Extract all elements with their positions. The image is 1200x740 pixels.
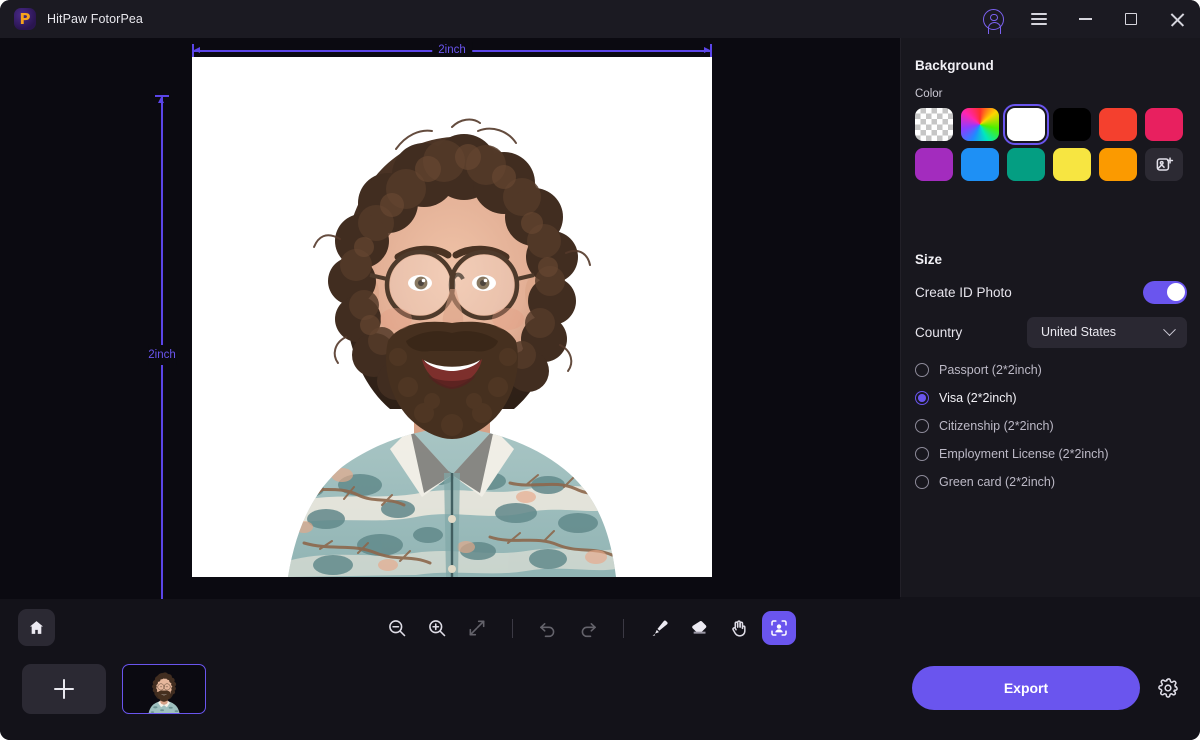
- create-id-photo-toggle[interactable]: [1143, 280, 1187, 304]
- swatch-purple[interactable]: [915, 148, 953, 181]
- id-photo-size-options: Passport (2*2inch) Visa (2*2inch) Citize…: [915, 356, 1187, 496]
- chevron-down-icon: [1163, 322, 1176, 336]
- account-icon: [982, 8, 1004, 34]
- color-label: Color: [915, 88, 943, 100]
- option-label: Green card (2*2inch): [939, 475, 1056, 489]
- radio-icon: [915, 363, 929, 377]
- eraser-icon: [692, 621, 707, 634]
- brush-button[interactable]: [642, 611, 676, 645]
- radio-icon: [915, 475, 929, 489]
- export-button[interactable]: Export: [912, 666, 1140, 710]
- swatch-red[interactable]: [1099, 108, 1137, 141]
- swatch-pink[interactable]: [1145, 108, 1183, 141]
- option-employment-license[interactable]: Employment License (2*2inch): [915, 440, 1187, 468]
- minimize-icon: [1078, 18, 1092, 20]
- create-id-photo-label: Create ID Photo: [915, 284, 1012, 300]
- eraser-button[interactable]: [682, 611, 716, 645]
- height-ruler: 2inch: [148, 95, 176, 615]
- right-settings-panel: Background Color Size Create ID Photo Co…: [900, 38, 1200, 597]
- radio-icon-selected: [915, 391, 929, 405]
- fit-screen-button[interactable]: [460, 611, 494, 645]
- id-photo-icon: [771, 620, 787, 636]
- canvas-tools: [380, 599, 796, 657]
- close-icon: [1170, 12, 1185, 27]
- minimize-button[interactable]: [1062, 0, 1108, 38]
- gear-icon: [1158, 678, 1178, 698]
- maximize-icon: [1125, 13, 1137, 25]
- background-section-title: Background: [915, 58, 994, 73]
- option-passport[interactable]: Passport (2*2inch): [915, 356, 1187, 384]
- brush-icon: [652, 620, 668, 636]
- title-bar: P HitPaw FotorPea: [0, 0, 1200, 38]
- redo-icon: [581, 623, 596, 638]
- size-section-title: Size: [915, 252, 943, 267]
- portrait-photo: [192, 57, 712, 577]
- home-icon: [29, 621, 44, 634]
- id-photo-button[interactable]: [762, 611, 796, 645]
- window-controls: [970, 0, 1200, 38]
- country-label: Country: [915, 324, 963, 340]
- option-green-card[interactable]: Green card (2*2inch): [915, 468, 1187, 496]
- bottom-toolbar: [0, 599, 1200, 657]
- undo-icon: [540, 623, 555, 638]
- zoom-out-icon: [389, 620, 406, 637]
- canvas-area[interactable]: 2inch 2inch: [0, 38, 900, 615]
- application-window: P HitPaw FotorPea 2inch 2inch Background…: [0, 0, 1200, 740]
- hamburger-menu-icon: [1031, 13, 1047, 25]
- swatch-teal[interactable]: [1007, 148, 1045, 181]
- menu-button[interactable]: [1016, 0, 1062, 38]
- filmstrip-bar: Export: [0, 657, 1200, 740]
- close-button[interactable]: [1154, 0, 1200, 38]
- option-label: Employment License (2*2inch): [939, 447, 1109, 461]
- swatch-yellow[interactable]: [1053, 148, 1091, 181]
- hand-icon: [732, 620, 746, 637]
- swatch-transparent[interactable]: [915, 108, 953, 141]
- undo-button[interactable]: [531, 611, 565, 645]
- hitpaw-logo: P: [14, 8, 36, 30]
- toolbar-divider: [512, 618, 513, 638]
- option-citizenship[interactable]: Citizenship (2*2inch): [915, 412, 1187, 440]
- swatch-blue[interactable]: [961, 148, 999, 181]
- swatch-color-picker[interactable]: [961, 108, 999, 141]
- radio-icon: [915, 419, 929, 433]
- zoom-out-button[interactable]: [380, 611, 414, 645]
- export-label: Export: [1003, 680, 1049, 696]
- toggle-knob: [1166, 283, 1185, 301]
- hand-button[interactable]: [722, 611, 756, 645]
- country-row: Country United States: [915, 316, 1187, 348]
- option-label: Passport (2*2inch): [939, 363, 1042, 377]
- option-visa[interactable]: Visa (2*2inch): [915, 384, 1187, 412]
- add-image-button[interactable]: [22, 664, 106, 714]
- swatch-white[interactable]: [1003, 104, 1049, 145]
- swatch-orange[interactable]: [1099, 148, 1137, 181]
- country-selected-value: United States: [1041, 325, 1117, 339]
- swatch-custom-image-button[interactable]: [1145, 148, 1183, 181]
- option-label: Visa (2*2inch): [939, 391, 1017, 405]
- width-label: 2inch: [432, 42, 472, 58]
- home-button[interactable]: [18, 609, 55, 646]
- width-ruler: 2inch: [192, 42, 712, 58]
- logo-letter: P: [19, 10, 31, 28]
- zoom-in-button[interactable]: [420, 611, 454, 645]
- photo-canvas[interactable]: [192, 57, 712, 577]
- create-id-photo-row: Create ID Photo: [915, 280, 1187, 304]
- thumbnail-item-selected[interactable]: [122, 664, 206, 714]
- background-color-swatches: [915, 104, 1187, 181]
- account-button[interactable]: [970, 0, 1016, 38]
- maximize-button[interactable]: [1108, 0, 1154, 38]
- fit-screen-icon: [469, 620, 485, 636]
- toolbar-divider: [623, 618, 624, 638]
- app-title: HitPaw FotorPea: [47, 12, 143, 26]
- portrait-thumbnail: [139, 665, 189, 713]
- zoom-in-icon: [429, 620, 446, 637]
- radio-icon: [915, 447, 929, 461]
- country-dropdown[interactable]: United States: [1027, 316, 1187, 348]
- add-image-icon: [1156, 157, 1173, 171]
- plus-icon: [54, 679, 74, 699]
- swatch-black[interactable]: [1053, 108, 1091, 141]
- settings-button[interactable]: [1154, 674, 1182, 702]
- option-label: Citizenship (2*2inch): [939, 419, 1054, 433]
- redo-button[interactable]: [571, 611, 605, 645]
- height-label: 2inch: [148, 345, 176, 365]
